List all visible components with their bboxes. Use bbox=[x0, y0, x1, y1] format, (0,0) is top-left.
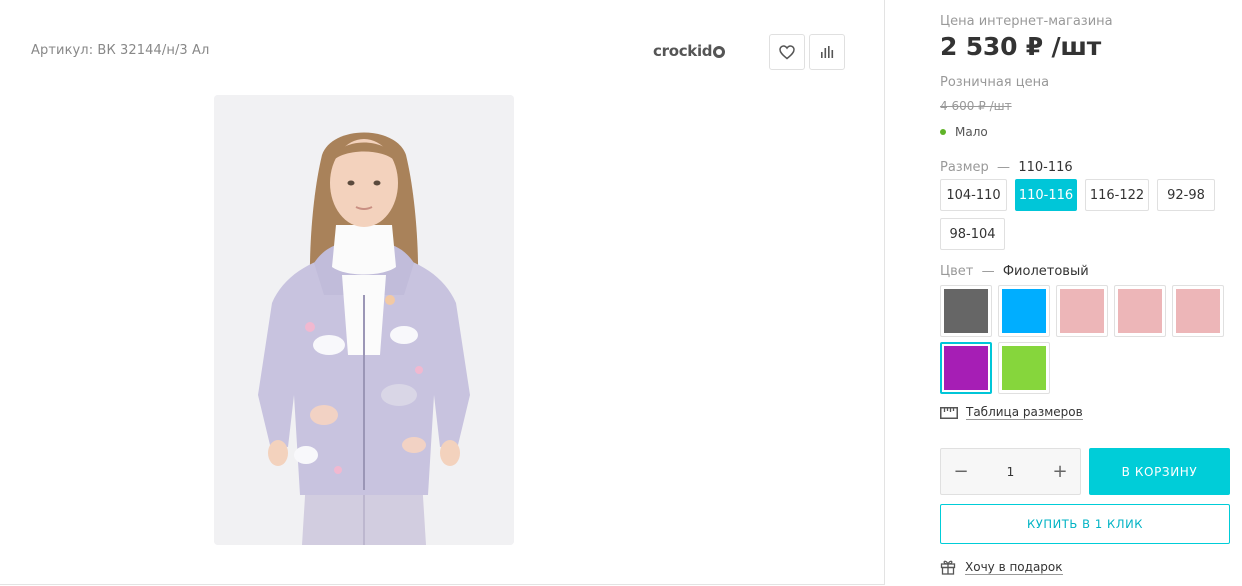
color-swatch-fill bbox=[944, 289, 988, 333]
size-option-104-110[interactable]: 104-110 bbox=[940, 179, 1007, 211]
color-swatch[interactable] bbox=[940, 285, 992, 337]
brand-mark-icon bbox=[713, 45, 726, 58]
size-label-dash: — bbox=[997, 160, 1011, 175]
color-swatch-fill bbox=[1118, 289, 1162, 333]
gift-wish-link[interactable]: Хочу в подарок bbox=[940, 559, 1063, 575]
stock-status-text: Мало bbox=[955, 125, 988, 139]
brand-name: crockid bbox=[653, 42, 713, 60]
size-option-116-122[interactable]: 116-122 bbox=[1085, 179, 1149, 211]
product-photo-image bbox=[214, 95, 514, 545]
size-option-110-116[interactable]: 110-116 bbox=[1015, 179, 1077, 211]
heart-icon bbox=[779, 44, 795, 59]
color-swatch-fill bbox=[1060, 289, 1104, 333]
color-swatch[interactable] bbox=[998, 342, 1050, 394]
dot-icon bbox=[940, 129, 946, 135]
retail-price: 4 600 ₽ /шт bbox=[940, 99, 1012, 113]
brand-logo: crockid bbox=[653, 42, 726, 60]
color-label-text: Цвет bbox=[940, 264, 974, 279]
buy-one-click-button[interactable]: КУПИТЬ В 1 КЛИК bbox=[940, 504, 1230, 544]
color-swatch-fill bbox=[944, 346, 988, 390]
ruler-icon bbox=[940, 406, 958, 419]
color-swatch[interactable] bbox=[1172, 285, 1224, 337]
size-label-text: Размер bbox=[940, 160, 989, 175]
online-price-label: Цена интернет-магазина bbox=[940, 14, 1113, 29]
decrease-quantity-button[interactable]: − bbox=[941, 449, 981, 494]
product-photo[interactable] bbox=[214, 95, 514, 545]
size-option-98-104[interactable]: 98-104 bbox=[940, 218, 1005, 250]
quantity-stepper: − 1 + bbox=[940, 448, 1081, 495]
size-option-92-98[interactable]: 92-98 bbox=[1157, 179, 1215, 211]
selected-size: 110-116 bbox=[1018, 160, 1073, 175]
add-to-favorites-button[interactable] bbox=[769, 34, 805, 70]
product-gallery-panel: Артикул: ВК 32144/н/3 Ал crockid bbox=[0, 0, 885, 585]
retail-price-label: Розничная цена bbox=[940, 75, 1050, 90]
size-table-link-text: Таблица размеров bbox=[966, 405, 1083, 420]
color-swatch-selected[interactable] bbox=[940, 342, 992, 394]
add-to-compare-button[interactable] bbox=[809, 34, 845, 70]
color-swatch[interactable] bbox=[1114, 285, 1166, 337]
add-to-cart-button[interactable]: В КОРЗИНУ bbox=[1089, 448, 1230, 495]
selected-color: Фиолетовый bbox=[1002, 264, 1089, 279]
bar-chart-icon bbox=[821, 46, 834, 58]
color-swatch-fill bbox=[1176, 289, 1220, 333]
gift-icon bbox=[940, 560, 956, 575]
product-page: Артикул: ВК 32144/н/3 Ал crockid Цена ин… bbox=[0, 0, 1242, 586]
color-swatch[interactable] bbox=[998, 285, 1050, 337]
color-swatch-fill bbox=[1002, 346, 1046, 390]
increase-quantity-button[interactable]: + bbox=[1040, 449, 1080, 494]
gift-wish-link-text: Хочу в подарок bbox=[965, 559, 1063, 575]
color-swatch[interactable] bbox=[1056, 285, 1108, 337]
size-label: Размер — 110-116 bbox=[940, 160, 1073, 175]
color-label-dash: — bbox=[981, 264, 995, 279]
quantity-value[interactable]: 1 bbox=[981, 449, 1040, 494]
product-sku: Артикул: ВК 32144/н/3 Ал bbox=[31, 43, 210, 58]
online-price: 2 530 ₽ /шт bbox=[940, 32, 1102, 61]
color-label: Цвет — Фиолетовый bbox=[940, 264, 1089, 279]
size-table-link[interactable]: Таблица размеров bbox=[940, 405, 1083, 420]
stock-status: Мало bbox=[940, 125, 988, 139]
color-swatch-fill bbox=[1002, 289, 1046, 333]
